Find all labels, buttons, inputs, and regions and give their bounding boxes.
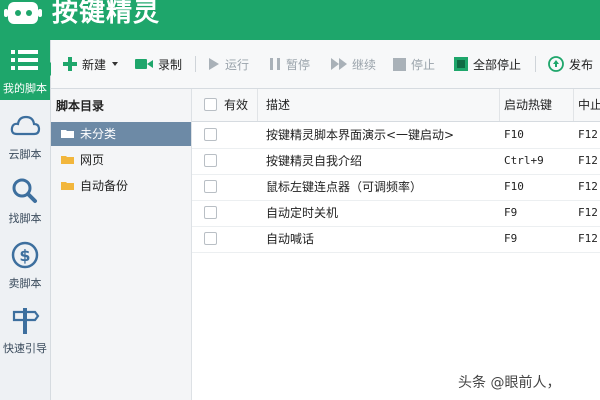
nav-item-cloud-scripts[interactable]: 云脚本	[0, 106, 50, 166]
play-icon	[209, 58, 219, 70]
row-checkbox[interactable]	[204, 232, 217, 245]
nav-label: 卖脚本	[8, 277, 42, 290]
video-camera-icon	[135, 59, 153, 69]
row-hotkey: F9	[504, 206, 518, 219]
cloud-icon	[10, 115, 41, 136]
run-label: 运行	[225, 57, 250, 72]
row-stop-key: F12	[578, 128, 598, 141]
table-row[interactable]: 自动定时关机 F9 F12	[192, 200, 600, 227]
table-header: 有效 描述 启动热键 中止	[192, 89, 600, 122]
nav-item-find-scripts[interactable]: 找脚本	[0, 170, 50, 230]
table-row[interactable]: 按键精灵脚本界面演示<一键启动> F10 F12	[192, 122, 600, 149]
row-hotkey: F9	[504, 232, 518, 245]
run-button[interactable]: 运行	[208, 54, 249, 74]
tree-item-uncategorized[interactable]: 未分类	[51, 122, 191, 146]
tree-item-webpage[interactable]: 网页	[51, 148, 191, 172]
nav-label: 快速引导	[3, 342, 47, 355]
publish-label: 发布	[569, 57, 594, 72]
row-description: 自动定时关机	[266, 206, 339, 220]
tree-item-auto-backup[interactable]: 自动备份	[51, 174, 191, 198]
stop-label: 停止	[411, 57, 436, 72]
nav-item-my-scripts[interactable]: 我的脚本	[0, 40, 50, 100]
continue-button[interactable]: 继续	[331, 54, 376, 74]
watermark-text: 头条 @眼前人，	[458, 375, 561, 391]
nav-label: 云脚本	[8, 148, 42, 161]
search-icon	[12, 178, 37, 203]
header-stop[interactable]: 中止	[574, 89, 600, 121]
tree-item-label: 未分类	[80, 127, 117, 141]
header-hotkey[interactable]: 启动热键	[500, 89, 574, 121]
publish-button[interactable]: 发布	[548, 54, 593, 74]
pause-button[interactable]: 暂停	[269, 54, 310, 74]
stop-all-button[interactable]: 全部停止	[454, 54, 521, 74]
row-checkbox[interactable]	[204, 206, 217, 219]
table-row[interactable]: 鼠标左键连点器（可调频率） F10 F12	[192, 174, 600, 201]
row-checkbox[interactable]	[204, 154, 217, 167]
stop-all-icon	[454, 57, 468, 71]
fast-forward-icon	[331, 58, 347, 70]
record-button[interactable]: 录制	[135, 54, 182, 74]
directory-header: 脚本目录	[56, 99, 105, 113]
table-row[interactable]: 自动喊话 F9 F12	[192, 226, 600, 253]
stop-all-label: 全部停止	[473, 57, 522, 72]
svg-text:$: $	[19, 246, 30, 265]
row-stop-key: F12	[578, 232, 598, 245]
row-hotkey: F10	[504, 180, 524, 193]
tree-item-label: 网页	[80, 153, 105, 167]
pause-icon	[270, 58, 280, 70]
row-checkbox[interactable]	[204, 180, 217, 193]
folder-icon	[61, 156, 74, 164]
new-label: 新建	[82, 57, 107, 72]
nav-label: 我的脚本	[3, 82, 47, 95]
dollar-icon: $	[11, 241, 39, 269]
stop-icon	[393, 57, 406, 71]
table-row[interactable]: 按键精灵自我介绍 Ctrl+9 F12	[192, 148, 600, 175]
script-directory-panel: 脚本目录 未分类 网页 自动备份	[51, 89, 192, 400]
row-stop-key: F12	[578, 206, 598, 219]
select-all-checkbox[interactable]	[204, 98, 217, 111]
row-description: 自动喊话	[266, 232, 315, 246]
app-logo-icon	[4, 2, 42, 24]
list-icon	[11, 50, 38, 70]
row-stop-key: F12	[578, 180, 598, 193]
row-hotkey: F10	[504, 128, 524, 141]
continue-label: 继续	[352, 57, 377, 72]
nav-item-quick-guide[interactable]: 快速引导	[0, 300, 50, 360]
publish-icon	[548, 56, 564, 72]
folder-icon	[61, 182, 74, 190]
row-stop-key: F12	[578, 154, 598, 167]
app-title: 按键精灵	[52, 0, 161, 28]
record-label: 录制	[158, 57, 183, 72]
chevron-down-icon	[112, 62, 119, 66]
row-description: 鼠标左键连点器（可调频率）	[266, 180, 423, 194]
script-table: 有效 描述 启动热键 中止 按键精灵脚本界面演示<一键启动> F10 F12 按…	[192, 89, 600, 400]
tree-item-label: 自动备份	[80, 179, 129, 193]
stop-button[interactable]: 停止	[393, 54, 435, 74]
toolbar-divider	[195, 56, 196, 72]
row-checkbox[interactable]	[204, 128, 217, 141]
header-description[interactable]: 描述	[258, 89, 500, 121]
row-description: 按键精灵脚本界面演示<一键启动>	[266, 128, 455, 142]
nav-label: 找脚本	[8, 212, 42, 225]
pause-label: 暂停	[286, 57, 311, 72]
toolbar-divider	[535, 56, 536, 72]
row-description: 按键精灵自我介绍	[266, 154, 363, 168]
folder-icon	[61, 130, 74, 138]
header-enabled[interactable]: 有效	[192, 89, 258, 121]
title-bar: 按键精灵	[0, 0, 600, 40]
new-button[interactable]: 新建	[63, 54, 120, 74]
signpost-icon	[12, 308, 40, 334]
nav-item-sell-scripts[interactable]: $ 卖脚本	[0, 235, 50, 295]
row-hotkey: Ctrl+9	[504, 154, 544, 167]
header-enabled-label: 有效	[224, 98, 249, 112]
left-nav: 我的脚本 云脚本 找脚本 $ 卖脚本 快速引导	[0, 40, 57, 400]
plus-icon	[63, 57, 77, 71]
toolbar: 新建 录制 运行 暂停 继续 停止 全部停止 发布	[51, 40, 600, 89]
